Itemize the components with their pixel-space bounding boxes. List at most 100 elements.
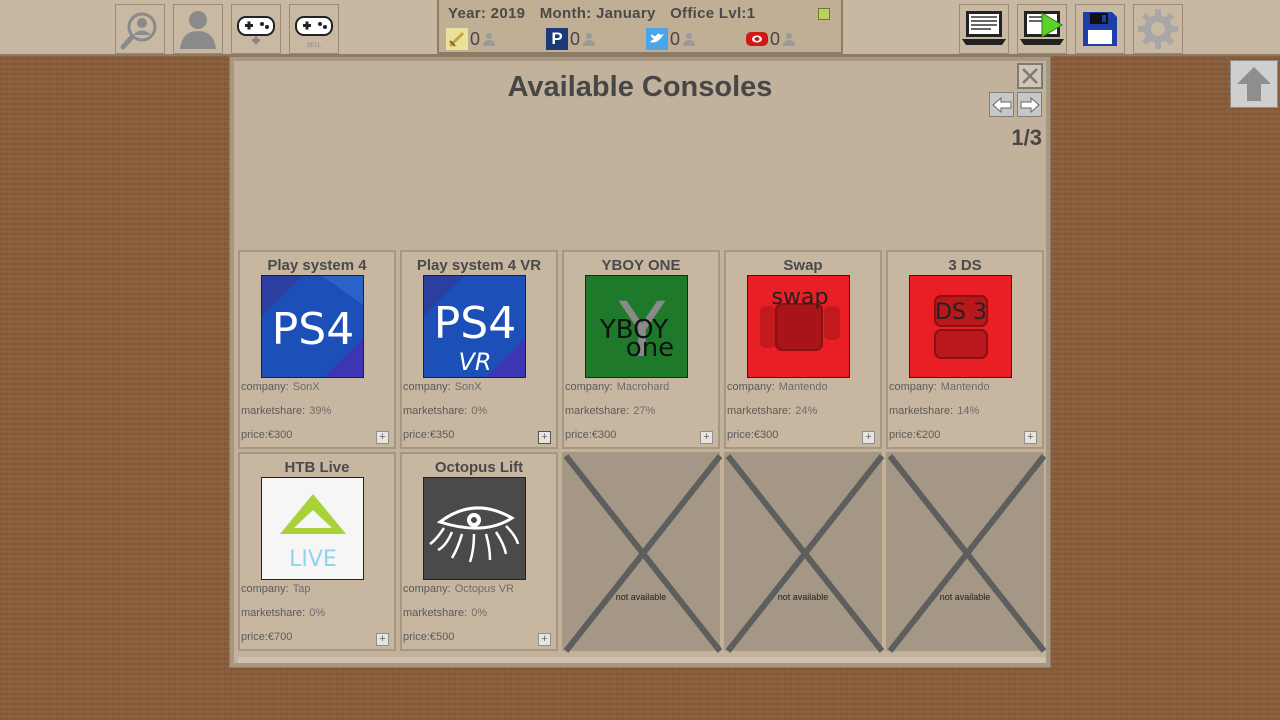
consoles-window: Available Consoles 1/3 Play system 4 PS4… <box>230 57 1050 667</box>
next-page-button[interactable] <box>1017 92 1042 117</box>
logo-text: PS4 <box>272 304 354 355</box>
cross-icon <box>564 454 722 653</box>
p-icon: P <box>546 28 568 50</box>
save-button[interactable] <box>1075 4 1125 54</box>
console-name: Play system 4 VR <box>416 257 542 274</box>
marketshare-value: 27% <box>633 405 656 417</box>
add-console-button[interactable] <box>231 4 281 54</box>
price-label: price: <box>241 631 268 643</box>
logo-text: LIVE <box>289 547 337 572</box>
social-video: 0 <box>746 28 796 50</box>
plus-icon: + <box>379 431 386 443</box>
marketshare-value: 14% <box>957 405 980 417</box>
laptop-play-icon <box>1020 11 1064 45</box>
gear-icon <box>1138 9 1178 49</box>
console-card[interactable]: Swap swap company: Mantendo marketshare: 2… <box>724 250 882 449</box>
add-console-button[interactable]: + <box>862 431 875 444</box>
company-value: Macrohard <box>616 381 670 393</box>
person-small-icon <box>583 33 596 46</box>
employees-button[interactable] <box>173 4 223 54</box>
marketshare-value: 0% <box>471 405 488 417</box>
year-value: 2019 <box>490 5 526 22</box>
console-grid: Play system 4 PS4 company: SonX marketsha… <box>238 250 1046 656</box>
logo-text: swap <box>772 285 829 310</box>
console-name: 3 DS <box>948 257 982 274</box>
price-value: €300 <box>267 429 293 441</box>
console-card[interactable]: Play system 4 VR PS4 VR company: SonX mar… <box>400 250 558 449</box>
search-person-button[interactable] <box>115 4 165 54</box>
console-card[interactable]: Play system 4 PS4 company: SonX marketsha… <box>238 250 396 449</box>
add-console-button[interactable]: + <box>376 633 389 646</box>
logo-text: DS 3 <box>935 300 987 325</box>
marketshare-value: 39% <box>309 405 332 417</box>
social-sword: 0 <box>446 28 496 50</box>
office-level-value: 1 <box>746 5 756 22</box>
company-value: Octopus VR <box>454 583 515 595</box>
sell-console-icon: SELL <box>295 16 333 49</box>
console-image: LIVE <box>261 477 364 580</box>
company-value: Mantendo <box>940 381 990 393</box>
marketshare-value: 24% <box>795 405 818 417</box>
marketshare-value: 0% <box>471 607 488 619</box>
sell-label: SELL <box>307 43 322 49</box>
close-button[interactable] <box>1017 63 1043 89</box>
price-value: €300 <box>753 429 779 441</box>
add-console-button[interactable]: + <box>538 633 551 646</box>
console-name: Octopus Lift <box>434 459 524 476</box>
add-console-button[interactable]: + <box>376 431 389 444</box>
console-name: Swap <box>783 257 823 274</box>
console-name: HTB Live <box>284 459 350 476</box>
console-card[interactable]: HTB Live LIVE company: Tap marketshare: 0%… <box>238 452 396 651</box>
marketshare-label: marketshare: <box>889 405 954 417</box>
person-small-icon <box>683 33 696 46</box>
add-console-button[interactable]: + <box>700 431 713 444</box>
console-card[interactable]: Octopus Lift company: Octopus VR marketsh… <box>400 452 558 651</box>
close-icon <box>1022 68 1038 84</box>
status-indicator <box>818 8 830 20</box>
price-label: price: <box>241 429 268 441</box>
console-image: PS4 VR <box>423 275 526 378</box>
price-label: price: <box>565 429 592 441</box>
year-label: Year: <box>448 5 487 22</box>
price-label: price: <box>889 429 916 441</box>
console-card[interactable]: 3 DS DS 3 company: Mantendo marketshare: 1… <box>886 250 1044 449</box>
social-count: 0 <box>470 28 481 49</box>
octopus-logo-icon <box>429 506 520 563</box>
settings-button[interactable] <box>1133 4 1183 54</box>
marketshare-label: marketshare: <box>727 405 792 417</box>
sell-console-button[interactable]: SELL <box>289 4 339 54</box>
laptop-stats-button[interactable] <box>959 4 1009 54</box>
plus-icon: + <box>703 431 710 443</box>
month-label: Month: <box>539 5 592 22</box>
video-icon <box>746 28 768 50</box>
add-console-button[interactable]: + <box>1024 431 1037 444</box>
person-small-icon <box>483 33 496 46</box>
unavailable-slot: not available <box>562 452 722 653</box>
company-label: company: <box>403 583 451 595</box>
price-label: price: <box>403 429 430 441</box>
console-image: DS 3 <box>909 275 1012 378</box>
add-console-button[interactable]: + <box>538 431 551 444</box>
scroll-up-button[interactable] <box>1230 60 1278 108</box>
unavailable-label: not available <box>939 592 991 602</box>
company-label: company: <box>241 583 289 595</box>
console-card[interactable]: YBOY ONE Y YBOY one company: Macrohard ma… <box>562 250 720 449</box>
laptop-play-button[interactable] <box>1017 4 1067 54</box>
social-p: P 0 <box>546 28 596 50</box>
unavailable-slot: not available <box>886 452 1046 653</box>
console-image: swap <box>747 275 850 378</box>
window-title: Available Consoles <box>507 71 773 103</box>
price-value: €200 <box>915 429 941 441</box>
social-count: 0 <box>570 28 581 49</box>
logo-text: PS4 <box>434 298 516 349</box>
marketshare-value: 0% <box>309 607 326 619</box>
company-value: SonX <box>292 381 320 393</box>
page-indicator: 1/3 <box>1011 125 1042 150</box>
marketshare-label: marketshare: <box>241 405 306 417</box>
unavailable-label: not available <box>615 592 667 602</box>
prev-page-button[interactable] <box>989 92 1014 117</box>
company-label: company: <box>403 381 451 393</box>
marketshare-label: marketshare: <box>241 607 306 619</box>
save-icon <box>1083 12 1117 46</box>
cross-icon <box>726 454 884 653</box>
